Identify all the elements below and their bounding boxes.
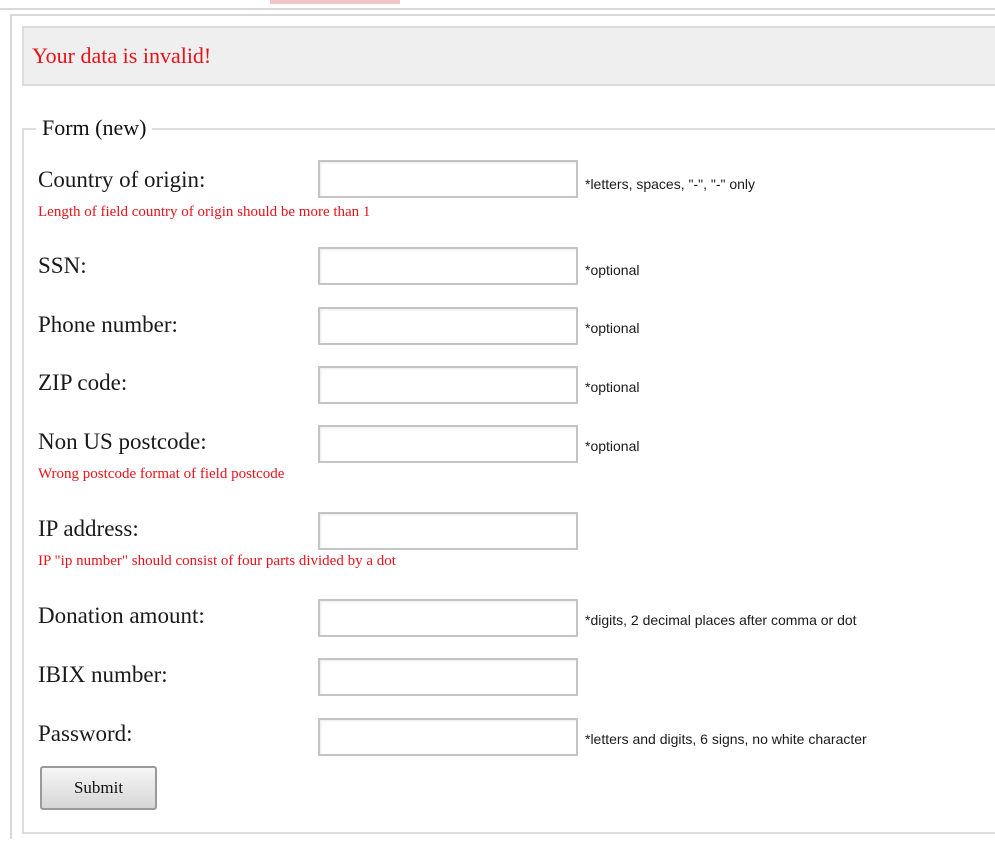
ip-address-input[interactable]	[318, 512, 578, 550]
phone-number-input[interactable]	[318, 307, 578, 345]
phone-number-label: Phone number:	[38, 312, 178, 337]
ip-address-label: IP address:	[38, 516, 139, 541]
zip-code-label: ZIP code:	[38, 370, 128, 395]
non-us-postcode-hint: *optional	[585, 438, 640, 454]
country-of-origin-hint: *letters, spaces, "-", "-" only	[585, 176, 756, 192]
page-top-border	[0, 0, 995, 10]
ssn-input[interactable]	[318, 247, 578, 285]
zip-code-input[interactable]	[318, 366, 578, 404]
donation-amount-input[interactable]	[318, 599, 578, 637]
form-legend: Form (new)	[36, 114, 153, 142]
donation-amount-hint: *digits, 2 decimal places after comma or…	[585, 612, 857, 628]
ssn-label: SSN:	[38, 253, 87, 278]
phone-number-hint: *optional	[585, 320, 640, 336]
submit-button[interactable]: Submit	[40, 766, 157, 810]
non-us-postcode-input[interactable]	[318, 425, 578, 463]
ibix-number-input[interactable]	[318, 658, 578, 696]
non-us-postcode-error: Wrong postcode format of field postcode	[38, 466, 285, 482]
donation-amount-label: Donation amount:	[38, 603, 205, 628]
error-banner-message: Your data is invalid!	[32, 43, 212, 68]
error-banner: Your data is invalid!	[22, 26, 995, 86]
ssn-hint: *optional	[585, 262, 640, 278]
country-of-origin-error: Length of field country of origin should…	[38, 204, 371, 220]
password-hint: *letters and digits, 6 signs, no white c…	[585, 731, 867, 747]
password-label: Password:	[38, 721, 133, 746]
cropped-text-fragment	[270, 0, 400, 4]
zip-code-hint: *optional	[585, 379, 640, 395]
ibix-number-label: IBIX number:	[38, 662, 168, 687]
country-of-origin-label: Country of origin:	[38, 167, 206, 192]
country-of-origin-input[interactable]	[318, 160, 578, 198]
ip-address-error: IP "ip number" should consist of four pa…	[38, 553, 396, 569]
password-input[interactable]	[318, 718, 578, 756]
non-us-postcode-label: Non US postcode:	[38, 429, 207, 454]
